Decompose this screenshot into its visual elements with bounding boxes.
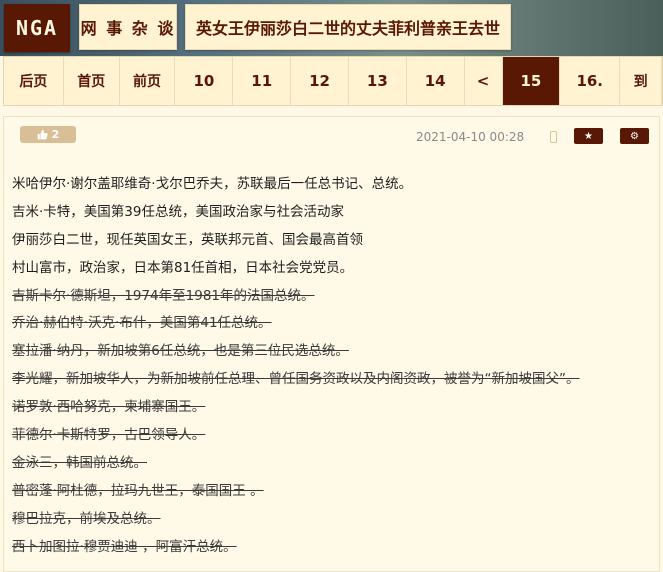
pagination-item[interactable]: 后页 bbox=[4, 57, 64, 105]
post-line: 村山富市，政治家，日本第81任首相，日本社会党党员。 bbox=[12, 259, 354, 276]
pagination-item[interactable]: 14 bbox=[407, 57, 465, 105]
pagination: 后页 首页 前页 10 11 12 13 14 <15 16. 到 bbox=[3, 56, 663, 106]
pagination-item[interactable]: 10 bbox=[175, 57, 234, 105]
post-line: 菲德尔·卡斯特罗，古巴领导人。 bbox=[12, 427, 206, 444]
thumbs-up-icon bbox=[37, 129, 48, 140]
settings-button[interactable]: ⚙ bbox=[620, 128, 649, 144]
post-line: 穆巴拉克，前埃及总统。 bbox=[12, 510, 161, 527]
post-line: 吉米·卡特，美国第39任总统，美国政治家与社会活动家 bbox=[12, 203, 344, 220]
post-line: 吉斯卡尔·德斯坦，1974年至1981年的法国总统。 bbox=[12, 287, 315, 304]
vote-count: 2 bbox=[51, 128, 60, 141]
post-line: 米哈伊尔·谢尔盖耶维奇·戈尔巴乔夫，苏联最后一任总书记、总统。 bbox=[12, 176, 413, 192]
post-line: 金泳三，韩国前总统。 bbox=[12, 454, 147, 471]
post: 2 2021-04-10 00:28 ★ ⚙ 米哈伊尔·谢尔盖耶维奇·戈尔巴乔夫… bbox=[3, 116, 660, 572]
breadcrumb-thread-title[interactable]: 英女王伊丽莎白二世的丈夫菲利普亲王去世 bbox=[185, 4, 511, 50]
vote-button[interactable]: 2 bbox=[20, 126, 76, 143]
pagination-item[interactable]: < bbox=[465, 57, 503, 105]
post-line: 李光耀，新加坡华人，为新加坡前任总理、曾任国务资政以及内阁资政，被誉为“新加坡国… bbox=[12, 371, 580, 388]
pagination-item[interactable]: 13 bbox=[349, 57, 407, 105]
pagination-current-page[interactable]: 15 bbox=[502, 57, 561, 105]
post-line: 伊丽莎白二世，现任英国女王，英联邦元首、国会最高首领 bbox=[12, 231, 363, 248]
pagination-item[interactable]: 前页 bbox=[120, 57, 176, 105]
post-line: 诺罗敦·西哈努克，柬埔寨国王。 bbox=[12, 399, 206, 416]
post-content: 米哈伊尔·谢尔盖耶维奇·戈尔巴乔夫，苏联最后一任总书记、总统。 吉米·卡特，美国第… bbox=[12, 173, 657, 563]
phone-icon bbox=[550, 131, 557, 143]
favorite-button[interactable]: ★ bbox=[574, 128, 603, 144]
breadcrumb-section[interactable]: 网 事 杂 谈 bbox=[79, 4, 177, 50]
post-line: 西卜加图拉·穆贾迪迪 ，阿富汗总统。 bbox=[12, 538, 237, 555]
site-logo[interactable]: NGA bbox=[4, 4, 70, 52]
top-bar: NGA 网 事 杂 谈 英女王伊丽莎白二世的丈夫菲利普亲王去世 bbox=[0, 0, 663, 56]
star-icon: ★ bbox=[584, 130, 593, 142]
post-timestamp: 2021-04-10 00:28 bbox=[416, 130, 525, 144]
gear-icon: ⚙ bbox=[630, 130, 639, 142]
post-line: 塞拉潘·纳丹，新加坡第6任总统，也是第三位民选总统。 bbox=[12, 343, 349, 360]
pagination-item[interactable]: 11 bbox=[233, 57, 292, 105]
pagination-item[interactable]: 16. bbox=[560, 57, 621, 105]
post-line: 普密蓬·阿杜德，拉玛九世王，泰国国王 。 bbox=[12, 482, 264, 499]
pagination-item[interactable]: 12 bbox=[291, 57, 349, 105]
pagination-item[interactable]: 首页 bbox=[64, 57, 120, 105]
pagination-item[interactable]: 到 bbox=[620, 57, 663, 105]
post-line: 乔治·赫伯特·沃克·布什，美国第41任总统。 bbox=[12, 315, 272, 332]
